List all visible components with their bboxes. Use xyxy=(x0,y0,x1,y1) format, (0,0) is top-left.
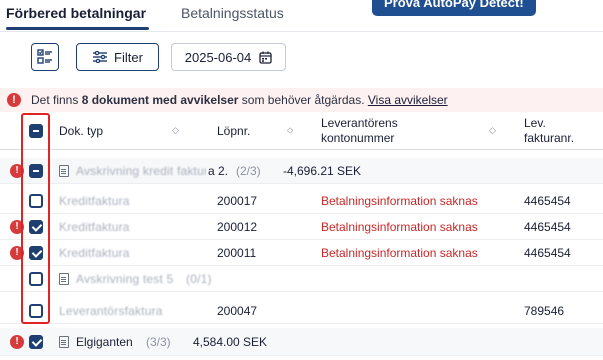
table-row[interactable]: ! Kreditfaktura 200012 Betalningsinforma… xyxy=(0,214,603,240)
header-account-line2: kontonummer xyxy=(321,131,395,145)
doc-type-cell: Kreditfaktura xyxy=(59,246,130,260)
sort-lopnr-icon[interactable]: ⬦ xyxy=(287,125,293,136)
invoice-cell: 4465454 xyxy=(524,246,571,260)
lopnr-cell: 200047 xyxy=(217,304,258,318)
row-checkbox[interactable] xyxy=(29,272,43,286)
group-count: (3/3) xyxy=(146,335,171,349)
autopay-detect-button[interactable]: Prova AutoPay Detect! xyxy=(372,0,536,16)
group-count: (2/3) xyxy=(236,164,261,178)
group-name: Elgiganten xyxy=(76,335,133,349)
alert-message: Det finns 8 dokument med avvikelser som … xyxy=(31,93,448,107)
status-cell: Betalningsinformation saknas xyxy=(321,246,478,260)
sliders-icon xyxy=(93,51,108,63)
column-settings-button[interactable] xyxy=(31,43,59,71)
invoice-cell: 4465454 xyxy=(524,220,571,234)
alert-suffix: som behöver åtgärdas. xyxy=(238,93,368,107)
table-row[interactable]: Leverantörsfaktura 200047 789546 xyxy=(0,298,603,324)
document-icon xyxy=(59,273,69,285)
row-error-icon: ! xyxy=(10,335,24,349)
active-tab-indicator xyxy=(6,27,149,30)
alert-prefix: Det finns xyxy=(31,93,82,107)
table-header: Dok. typ ◇ Löpnr. ⬦ Leverantörens konton… xyxy=(0,112,603,150)
group-name: Avskrivning test 5 xyxy=(76,272,174,286)
group-row[interactable]: Avskrivning test 5 (0/1) xyxy=(0,266,603,292)
deviation-alert: ! Det finns 8 dokument med avvikelser so… xyxy=(0,88,603,112)
row-checkbox[interactable] xyxy=(29,194,43,208)
columns-icon xyxy=(37,49,52,64)
table-row[interactable]: ! Kreditfaktura 200011 Betalningsinforma… xyxy=(0,240,603,266)
tab-bar: Förbered betalningar Betalningsstatus Pr… xyxy=(0,0,603,32)
alert-count: 8 dokument med avvikelser xyxy=(81,93,239,107)
filter-button[interactable]: Filter xyxy=(76,43,159,71)
status-cell: Betalningsinformation saknas xyxy=(321,194,478,208)
select-all-checkbox[interactable] xyxy=(29,124,43,138)
invoice-cell: 789546 xyxy=(524,304,565,318)
table-row[interactable]: Kreditfaktura 200017 Betalningsinformati… xyxy=(0,188,603,214)
header-lopnr[interactable]: Löpnr. xyxy=(217,124,250,139)
lopnr-cell: 200017 xyxy=(217,194,258,208)
tab-forbered-betalningar[interactable]: Förbered betalningar xyxy=(6,3,146,23)
row-checkbox[interactable] xyxy=(29,335,43,349)
document-icon xyxy=(59,336,69,348)
row-error-icon: ! xyxy=(10,246,24,260)
date-value: 2025-06-04 xyxy=(184,49,252,65)
row-error-icon: ! xyxy=(10,164,24,178)
header-invoice[interactable]: Lev. fakturanr. xyxy=(524,116,574,146)
doc-type-cell: Kreditfaktura xyxy=(59,194,130,208)
group-amount: -4,696.21 SEK xyxy=(283,164,362,178)
row-checkbox[interactable] xyxy=(29,304,43,318)
lopnr-cell: 200012 xyxy=(217,220,258,234)
date-picker[interactable]: 2025-06-04 xyxy=(171,43,286,71)
row-error-icon: ! xyxy=(10,220,24,234)
filter-label: Filter xyxy=(114,49,143,65)
row-checkbox[interactable] xyxy=(29,220,43,234)
tab-betalningsstatus[interactable]: Betalningsstatus xyxy=(181,3,284,23)
group-name: Avskrivning kredit faktura 2 xyxy=(76,164,226,178)
sort-account-icon[interactable]: ◇ xyxy=(489,125,496,136)
show-deviations-link[interactable]: Visa avvikelser xyxy=(368,93,448,107)
toolbar: Filter 2025-06-04 xyxy=(0,38,603,82)
group-amount: 4,584.00 SEK xyxy=(193,335,268,349)
lopnr-cell: 200011 xyxy=(217,246,257,260)
group-name-suffix: a 2. xyxy=(206,164,229,179)
header-account[interactable]: Leverantörens kontonummer xyxy=(321,116,398,146)
row-checkbox[interactable] xyxy=(29,246,43,260)
header-invoice-line2: fakturanr. xyxy=(524,131,575,145)
group-row[interactable]: ! Elgiganten (3/3) 4,584.00 SEK xyxy=(0,328,603,356)
doc-type-cell: Leverantörsfaktura xyxy=(59,304,163,318)
alert-error-icon: ! xyxy=(7,93,21,107)
header-account-line1: Leverantörens xyxy=(321,116,398,130)
status-cell: Betalningsinformation saknas xyxy=(321,220,478,234)
invoice-cell: 4465454 xyxy=(524,194,571,208)
document-icon xyxy=(59,165,69,177)
sort-doc-type-icon[interactable]: ◇ xyxy=(172,125,179,136)
group-count: (0/1) xyxy=(186,272,212,286)
header-doc-type[interactable]: Dok. typ xyxy=(59,124,103,139)
calendar-icon xyxy=(259,51,272,64)
row-checkbox[interactable] xyxy=(29,164,43,178)
header-invoice-line1: Lev. xyxy=(524,116,546,130)
group-row[interactable]: ! Avskrivning kredit faktura 2 a 2. (2/3… xyxy=(0,158,603,184)
doc-type-cell: Kreditfaktura xyxy=(59,220,130,234)
